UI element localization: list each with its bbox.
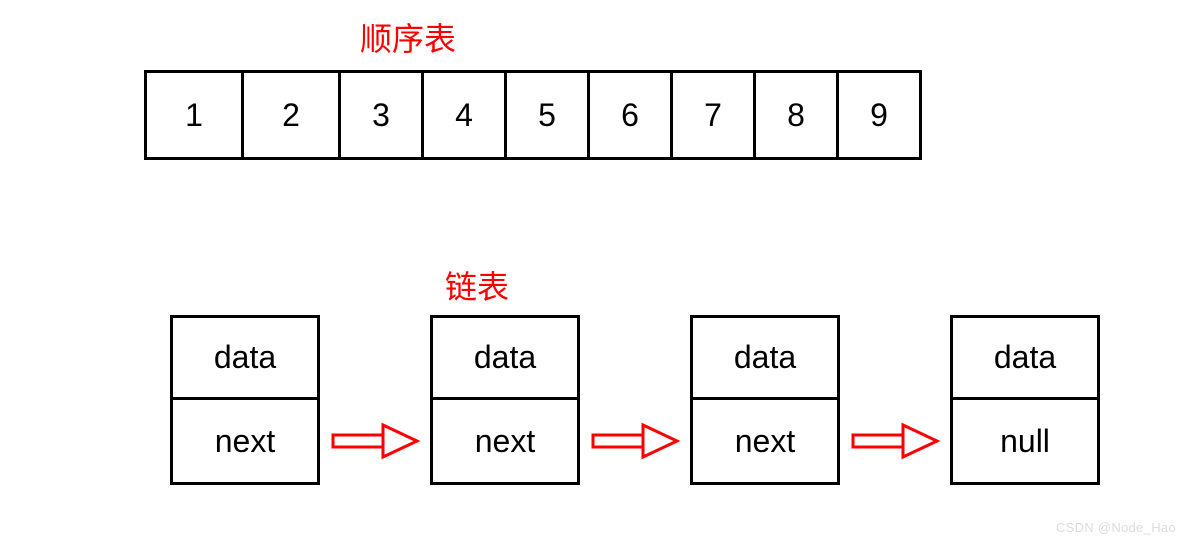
linked-list-node: data next <box>430 315 580 485</box>
node-null-label: null <box>953 400 1097 482</box>
node-next-label: next <box>433 400 577 482</box>
seq-cell: 1 <box>144 70 244 160</box>
seq-cell: 4 <box>421 70 507 160</box>
seq-cell: 9 <box>836 70 922 160</box>
linked-list-node: data next <box>690 315 840 485</box>
node-data-label: data <box>433 318 577 400</box>
seq-cell: 8 <box>753 70 839 160</box>
node-data-label: data <box>693 318 837 400</box>
seq-cell: 2 <box>241 70 341 160</box>
node-next-label: next <box>173 400 317 482</box>
seq-cell: 7 <box>670 70 756 160</box>
node-data-label: data <box>173 318 317 400</box>
linked-list-row: data next data next data next <box>170 315 1100 485</box>
sequential-list-title: 顺序表 <box>360 14 456 60</box>
arrow-right-icon <box>580 315 690 485</box>
seq-cell: 5 <box>504 70 590 160</box>
arrow-right-icon <box>840 315 950 485</box>
node-data-label: data <box>953 318 1097 400</box>
seq-cell: 6 <box>587 70 673 160</box>
node-next-label: next <box>693 400 837 482</box>
linked-list-node: data null <box>950 315 1100 485</box>
sequential-list-table: 1 2 3 4 5 6 7 8 9 <box>144 70 922 160</box>
seq-cell: 3 <box>338 70 424 160</box>
watermark-text: CSDN @Node_Hao <box>1056 520 1176 535</box>
linked-list-node: data next <box>170 315 320 485</box>
linked-list-title: 链表 <box>445 262 509 308</box>
arrow-right-icon <box>320 315 430 485</box>
